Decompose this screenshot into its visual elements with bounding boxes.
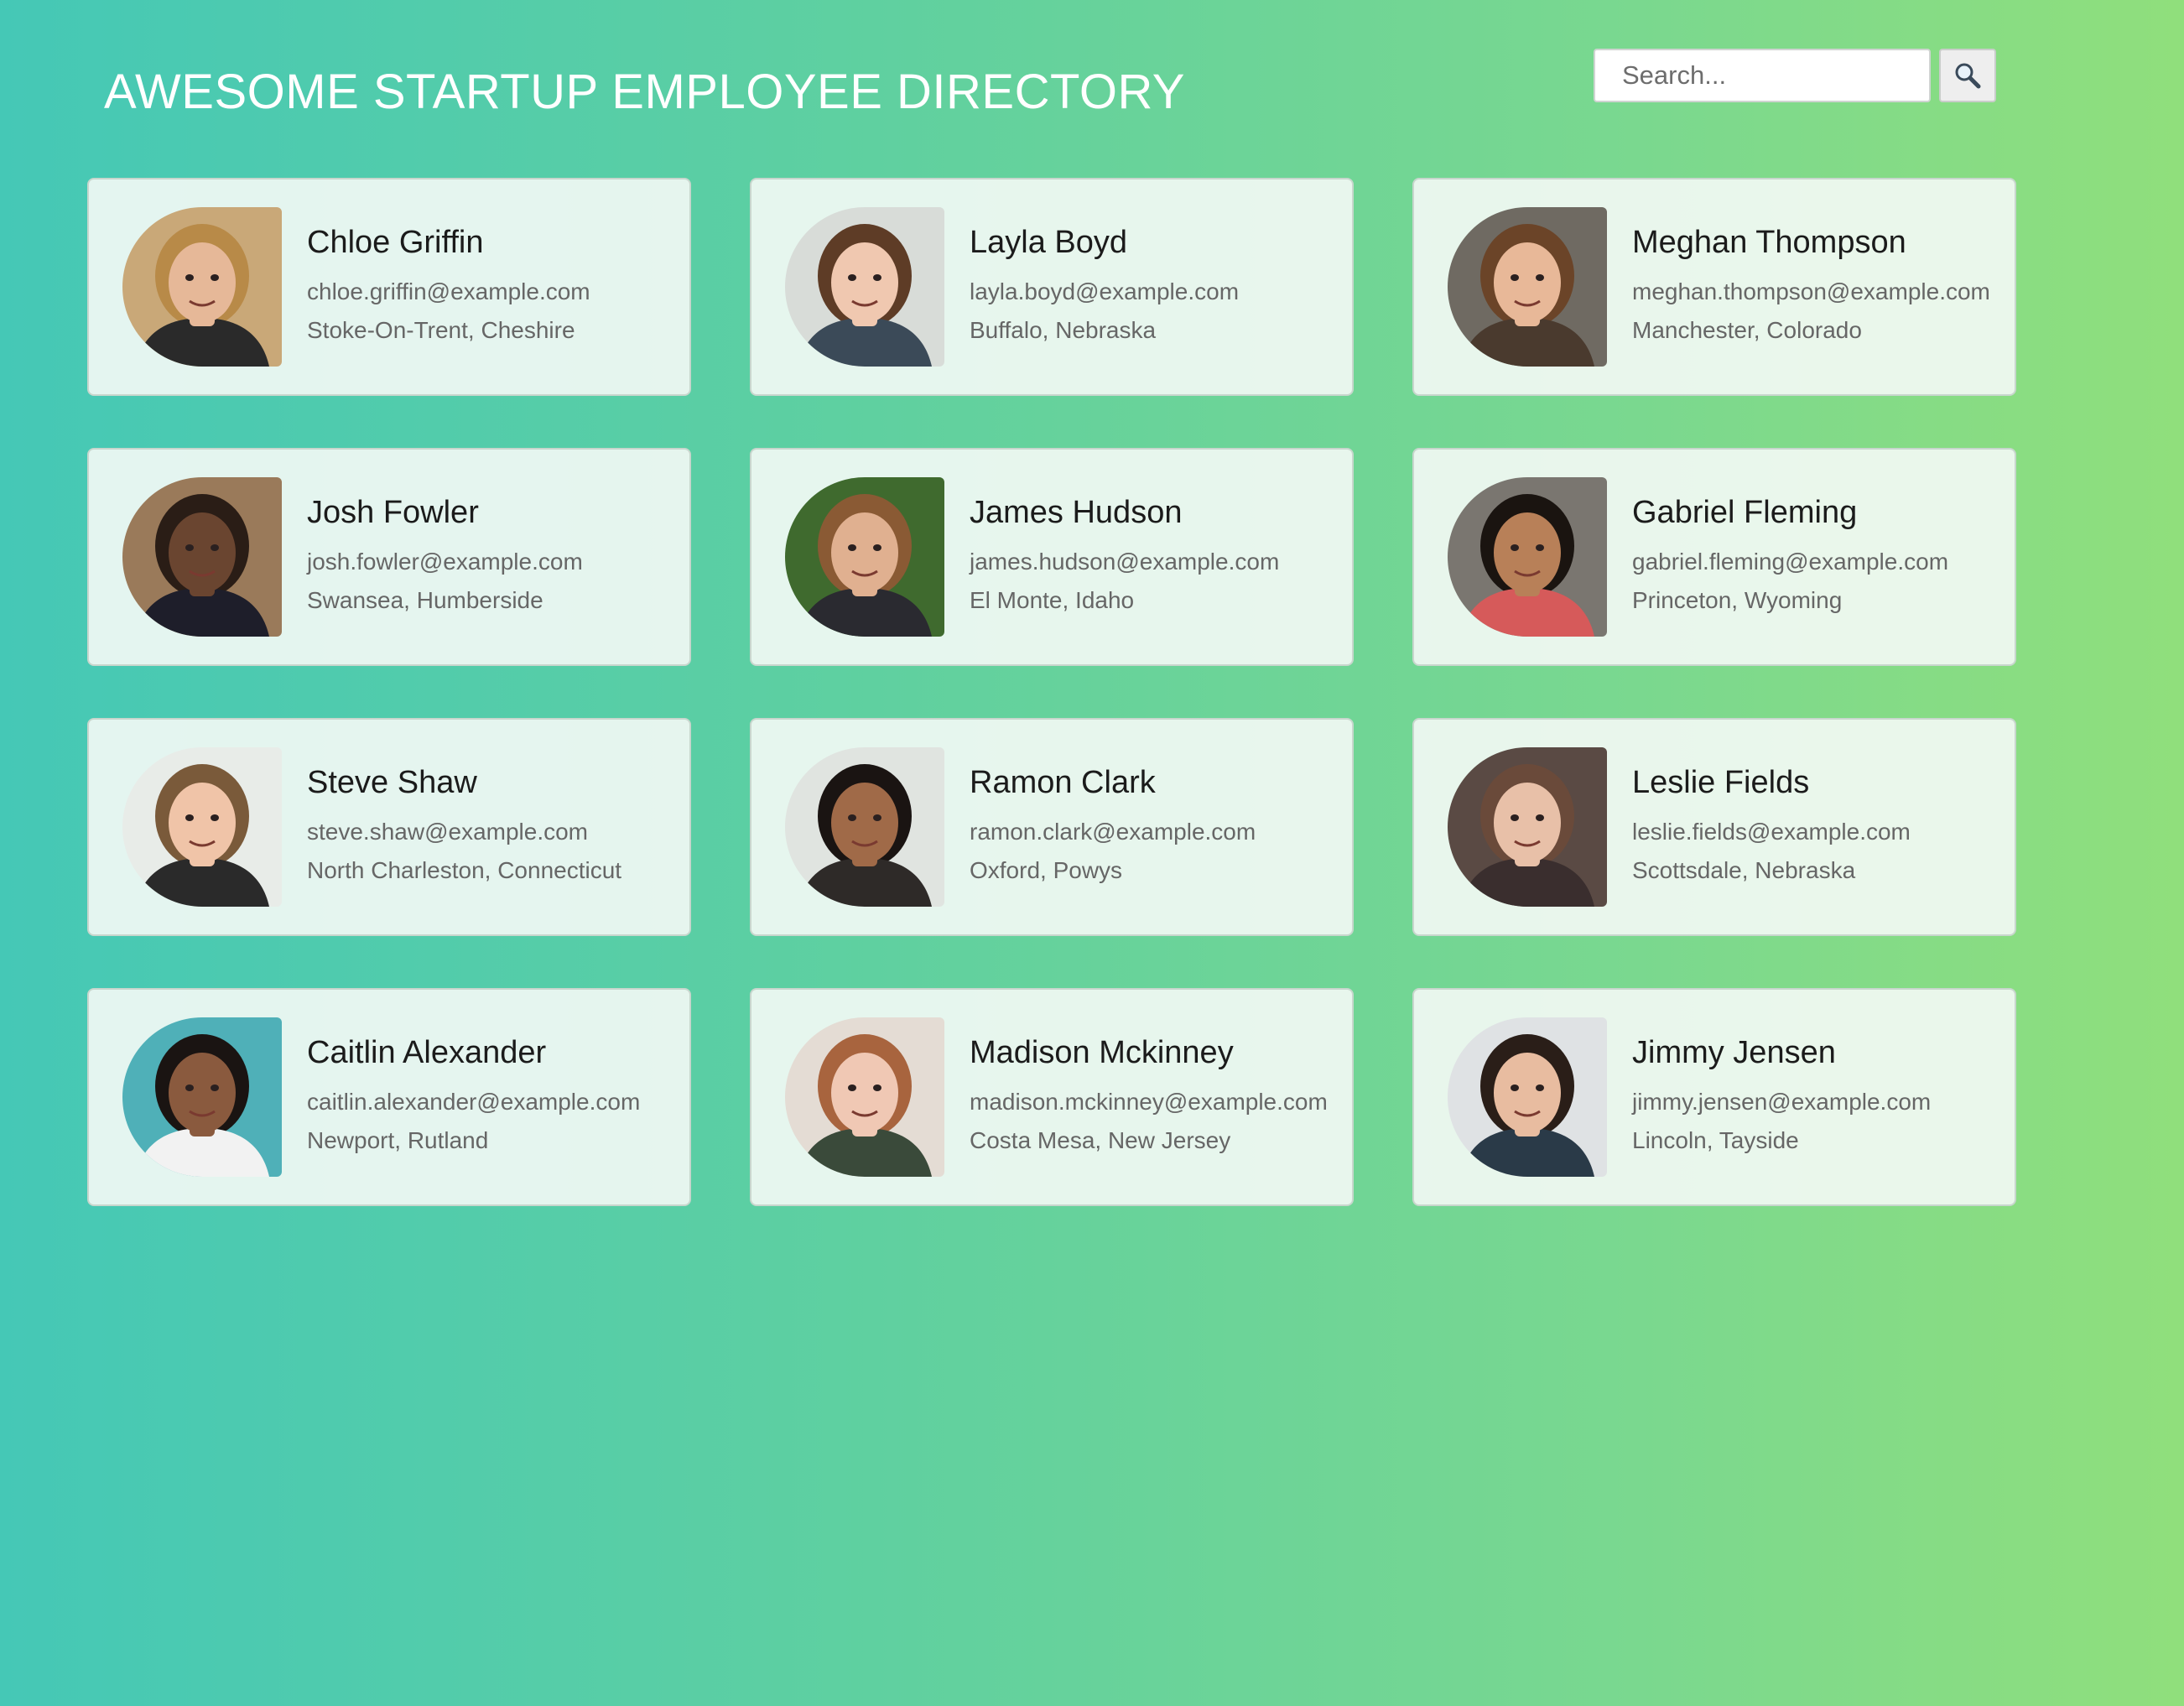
- employee-name: Leslie Fields: [1632, 764, 1810, 800]
- employee-email: james.hudson@example.com: [970, 548, 1280, 575]
- employee-card[interactable]: James Hudson james.hudson@example.com El…: [750, 448, 1354, 666]
- employee-email: chloe.griffin@example.com: [307, 278, 590, 304]
- avatar: [1448, 207, 1607, 367]
- employee-location: El Monte, Idaho: [970, 586, 1135, 613]
- avatar: [785, 207, 944, 367]
- employee-location: Stoke-On-Trent, Cheshire: [307, 316, 575, 343]
- employee-name: Layla Boyd: [970, 224, 1128, 260]
- employee-email: ramon.clark@example.com: [970, 818, 1256, 845]
- page-title: AWESOME STARTUP EMPLOYEE DIRECTORY: [104, 65, 1185, 119]
- employee-location: Lincoln, Tayside: [1632, 1126, 1799, 1153]
- employee-location: Manchester, Colorado: [1632, 316, 1862, 343]
- employee-card[interactable]: Josh Fowler josh.fowler@example.com Swan…: [87, 448, 691, 666]
- employee-location: Oxford, Powys: [970, 856, 1123, 883]
- employee-info: Meghan Thompson meghan.thompson@example.…: [1632, 225, 1990, 350]
- employee-info: Jimmy Jensen jimmy.jensen@example.com Li…: [1632, 1035, 1931, 1160]
- employee-email: layla.boyd@example.com: [970, 278, 1240, 304]
- avatar: [122, 747, 282, 907]
- employee-name: Gabriel Fleming: [1632, 494, 1858, 530]
- avatar: [785, 1017, 944, 1177]
- avatar: [1448, 747, 1607, 907]
- search-bar: [1594, 49, 1996, 102]
- employee-card[interactable]: Layla Boyd layla.boyd@example.com Buffal…: [750, 178, 1354, 396]
- employee-location: North Charleston, Connecticut: [307, 856, 622, 883]
- employee-location: Buffalo, Nebraska: [970, 316, 1157, 343]
- employee-card[interactable]: Steve Shaw steve.shaw@example.com North …: [87, 718, 691, 936]
- employee-info: Caitlin Alexander caitlin.alexander@exam…: [307, 1035, 640, 1160]
- employee-email: jimmy.jensen@example.com: [1632, 1088, 1932, 1115]
- employee-info: James Hudson james.hudson@example.com El…: [970, 495, 1279, 620]
- employee-card[interactable]: Leslie Fields leslie.fields@example.com …: [1412, 718, 2016, 936]
- employee-info: Leslie Fields leslie.fields@example.com …: [1632, 765, 1911, 890]
- employee-card[interactable]: Chloe Griffin chloe.griffin@example.com …: [87, 178, 691, 396]
- employee-info: Layla Boyd layla.boyd@example.com Buffal…: [970, 225, 1239, 350]
- employee-name: James Hudson: [970, 494, 1183, 530]
- employee-info: Chloe Griffin chloe.griffin@example.com …: [307, 225, 590, 350]
- employee-info: Gabriel Fleming gabriel.fleming@example.…: [1632, 495, 1948, 620]
- avatar: [785, 477, 944, 637]
- search-button[interactable]: [1939, 49, 1996, 102]
- employee-name: Steve Shaw: [307, 764, 477, 800]
- employee-email: caitlin.alexander@example.com: [307, 1088, 641, 1115]
- employee-name: Josh Fowler: [307, 494, 479, 530]
- employee-grid: Chloe Griffin chloe.griffin@example.com …: [87, 178, 2016, 1206]
- employee-card[interactable]: Jimmy Jensen jimmy.jensen@example.com Li…: [1412, 988, 2016, 1206]
- employee-name: Jimmy Jensen: [1632, 1034, 1836, 1070]
- employee-email: meghan.thompson@example.com: [1632, 278, 1990, 304]
- employee-location: Scottsdale, Nebraska: [1632, 856, 1856, 883]
- employee-name: Meghan Thompson: [1632, 224, 1906, 260]
- employee-email: madison.mckinney@example.com: [970, 1088, 1328, 1115]
- employee-location: Princeton, Wyoming: [1632, 586, 1843, 613]
- employee-location: Costa Mesa, New Jersey: [970, 1126, 1231, 1153]
- avatar: [122, 1017, 282, 1177]
- employee-info: Steve Shaw steve.shaw@example.com North …: [307, 765, 621, 890]
- employee-location: Newport, Rutland: [307, 1126, 489, 1153]
- avatar: [122, 207, 282, 367]
- avatar: [1448, 1017, 1607, 1177]
- avatar: [785, 747, 944, 907]
- employee-card[interactable]: Caitlin Alexander caitlin.alexander@exam…: [87, 988, 691, 1206]
- employee-name: Ramon Clark: [970, 764, 1156, 800]
- search-input[interactable]: [1594, 49, 1931, 102]
- magnifier-icon: [1955, 63, 1981, 89]
- employee-info: Josh Fowler josh.fowler@example.com Swan…: [307, 495, 583, 620]
- employee-name: Chloe Griffin: [307, 224, 484, 260]
- employee-card[interactable]: Ramon Clark ramon.clark@example.com Oxfo…: [750, 718, 1354, 936]
- avatar: [1448, 477, 1607, 637]
- employee-email: leslie.fields@example.com: [1632, 818, 1911, 845]
- employee-name: Caitlin Alexander: [307, 1034, 547, 1070]
- employee-card[interactable]: Meghan Thompson meghan.thompson@example.…: [1412, 178, 2016, 396]
- employee-info: Ramon Clark ramon.clark@example.com Oxfo…: [970, 765, 1256, 890]
- employee-info: Madison Mckinney madison.mckinney@exampl…: [970, 1035, 1328, 1160]
- employee-location: Swansea, Humberside: [307, 586, 543, 613]
- employee-name: Madison Mckinney: [970, 1034, 1234, 1070]
- employee-card[interactable]: Gabriel Fleming gabriel.fleming@example.…: [1412, 448, 2016, 666]
- employee-email: josh.fowler@example.com: [307, 548, 583, 575]
- employee-email: gabriel.fleming@example.com: [1632, 548, 1949, 575]
- employee-card[interactable]: Madison Mckinney madison.mckinney@exampl…: [750, 988, 1354, 1206]
- employee-email: steve.shaw@example.com: [307, 818, 589, 845]
- avatar: [122, 477, 282, 637]
